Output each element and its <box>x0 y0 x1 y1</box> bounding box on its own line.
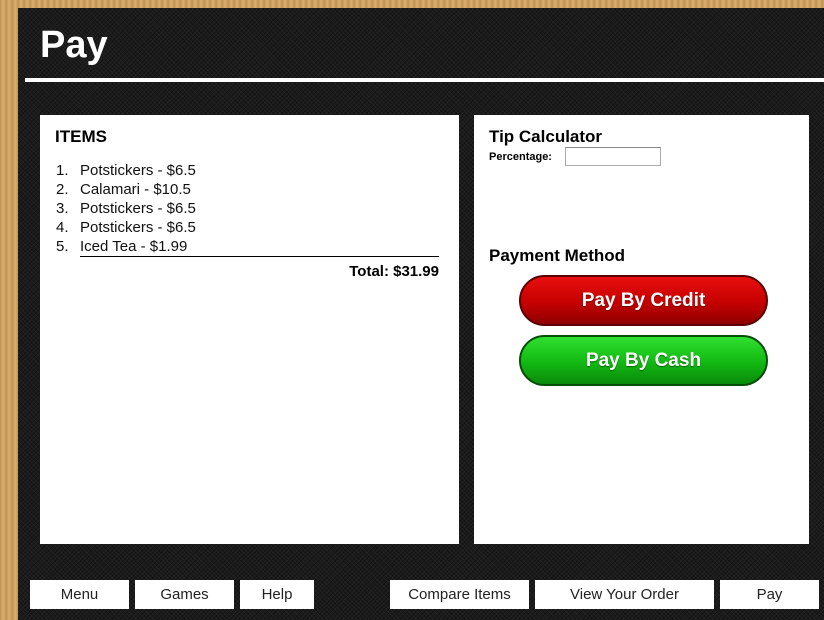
nav-help-button[interactable]: Help <box>240 580 314 609</box>
item-label: Calamari - $10.5 <box>80 181 191 198</box>
nav-pay-button[interactable]: Pay <box>720 580 819 609</box>
tip-calculator-heading: Tip Calculator <box>489 127 603 146</box>
total-divider <box>80 256 439 257</box>
item-label: Potstickers - $6.5 <box>80 219 196 236</box>
order-total: Total: $31.99 <box>349 263 439 280</box>
list-item: 4. Potstickers - $6.5 <box>56 219 196 236</box>
items-panel: ITEMS 1. Potstickers - $6.5 2. Calamari - … <box>40 115 459 544</box>
title-divider <box>25 78 824 82</box>
nav-menu-button[interactable]: Menu <box>30 580 129 609</box>
item-label: Potstickers - $6.5 <box>80 162 196 179</box>
percentage-label: Percentage: <box>489 151 552 163</box>
items-heading: ITEMS <box>55 127 107 146</box>
nav-compare-items-button[interactable]: Compare Items <box>390 580 529 609</box>
list-item: 1. Potstickers - $6.5 <box>56 162 196 179</box>
nav-view-order-button[interactable]: View Your Order <box>535 580 714 609</box>
pay-by-cash-button[interactable]: Pay By Cash <box>519 335 768 386</box>
list-item: 2. Calamari - $10.5 <box>56 181 191 198</box>
pay-by-credit-button[interactable]: Pay By Credit <box>519 275 768 326</box>
payment-method-heading: Payment Method <box>489 246 626 265</box>
items-list: 1. Potstickers - $6.5 2. Calamari - $10.5 … <box>56 161 439 256</box>
list-item: 5. Iced Tea - $1.99 <box>56 238 188 255</box>
nav-games-button[interactable]: Games <box>135 580 234 609</box>
page-title: Pay <box>40 24 108 66</box>
list-item: 3. Potstickers - $6.5 <box>56 200 196 217</box>
item-label: Iced Tea - $1.99 <box>80 238 188 255</box>
percentage-input[interactable] <box>565 147 661 166</box>
payment-panel: Tip Calculator Percentage: Payment Metho… <box>474 115 809 544</box>
item-label: Potstickers - $6.5 <box>80 200 196 217</box>
